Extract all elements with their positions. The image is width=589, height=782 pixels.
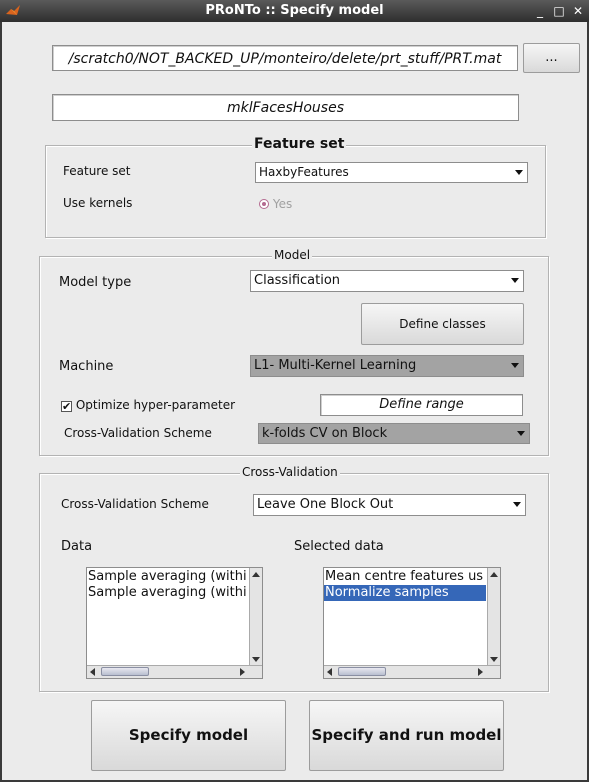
- feature-set-panel: [45, 145, 546, 238]
- file-path-field[interactable]: /scratch0/NOT_BACKED_UP/monteiro/delete/…: [52, 45, 518, 71]
- model-cv-scheme-value: k-folds CV on Block: [262, 426, 388, 441]
- define-classes-button[interactable]: Define classes: [361, 303, 524, 345]
- horizontal-scrollbar[interactable]: [87, 665, 262, 678]
- scroll-up-icon[interactable]: [490, 572, 498, 577]
- model-name-field[interactable]: mklFacesHouses: [52, 94, 519, 121]
- scroll-thumb[interactable]: [101, 667, 149, 676]
- chevron-down-icon: [513, 502, 521, 507]
- chevron-down-icon: [515, 169, 523, 175]
- optimize-label: Optimize hyper-parameter: [75, 398, 236, 412]
- cv-scheme-label: Cross-Validation Scheme: [61, 497, 209, 511]
- vertical-scrollbar[interactable]: [249, 568, 262, 665]
- horizontal-scrollbar[interactable]: [324, 665, 500, 678]
- scroll-left-icon[interactable]: [327, 668, 332, 676]
- model-type-value: Classification: [254, 273, 341, 288]
- scroll-left-icon[interactable]: [90, 668, 95, 676]
- close-icon[interactable]: ✕: [569, 2, 587, 20]
- title-bar: PRoNTo :: Specify model _ □ ✕: [0, 0, 589, 22]
- model-cv-scheme-label: Cross-Validation Scheme: [64, 426, 212, 440]
- checkmark-icon: ✔: [61, 400, 72, 413]
- machine-dropdown[interactable]: L1- Multi-Kernel Learning: [250, 355, 524, 377]
- list-item[interactable]: Mean centre features us: [324, 569, 500, 585]
- selected-data-label: Selected data: [294, 539, 384, 554]
- model-type-label: Model type: [59, 275, 132, 290]
- list-item-selected[interactable]: Normalize samples: [324, 585, 486, 601]
- use-kernels-option-label: Yes: [272, 197, 293, 211]
- radio-icon: [259, 199, 269, 209]
- machine-label: Machine: [59, 359, 114, 374]
- machine-value: L1- Multi-Kernel Learning: [254, 358, 417, 373]
- scroll-down-icon[interactable]: [490, 657, 498, 662]
- cv-scheme-value: Leave One Block Out: [257, 497, 394, 512]
- window-title: PRoNTo :: Specify model: [205, 3, 384, 18]
- model-type-dropdown[interactable]: Classification: [250, 270, 524, 292]
- use-kernels-label: Use kernels: [63, 196, 133, 210]
- optimize-checkbox[interactable]: ✔ Optimize hyper-parameter: [61, 398, 235, 412]
- cv-scheme-dropdown[interactable]: Leave One Block Out: [253, 494, 526, 516]
- list-item[interactable]: Sample averaging (withi: [87, 569, 262, 585]
- scroll-up-icon[interactable]: [252, 572, 260, 577]
- chevron-down-icon: [511, 278, 519, 283]
- feature-set-value: HaxbyFeatures: [259, 165, 349, 179]
- minimize-icon[interactable]: _: [531, 2, 549, 20]
- chevron-down-icon: [517, 430, 525, 436]
- feature-set-dropdown[interactable]: HaxbyFeatures: [255, 162, 528, 183]
- maximize-icon[interactable]: □: [550, 2, 568, 20]
- data-listbox[interactable]: Sample averaging (withi Sample averaging…: [86, 567, 263, 679]
- specify-and-run-model-button[interactable]: Specify and run model: [309, 700, 504, 771]
- data-label: Data: [61, 539, 93, 554]
- specify-model-button[interactable]: Specify model: [91, 700, 286, 771]
- cross-validation-panel-title: Cross-Validation: [240, 465, 340, 479]
- model-panel-title: Model: [272, 248, 313, 262]
- chevron-down-icon: [511, 363, 519, 368]
- use-kernels-radio[interactable]: Yes: [259, 197, 319, 213]
- selected-data-listbox[interactable]: Mean centre features us Normalize sample…: [323, 567, 501, 679]
- feature-set-panel-title: Feature set: [252, 136, 347, 152]
- scroll-thumb[interactable]: [338, 667, 386, 676]
- scroll-down-icon[interactable]: [252, 657, 260, 662]
- define-range-field[interactable]: Define range: [320, 394, 523, 416]
- list-item[interactable]: Sample averaging (withi: [87, 585, 262, 601]
- model-cv-scheme-dropdown[interactable]: k-folds CV on Block: [258, 423, 530, 444]
- feature-set-label: Feature set: [63, 164, 131, 178]
- scroll-right-icon[interactable]: [478, 668, 483, 676]
- browse-button[interactable]: ...: [523, 43, 580, 73]
- vertical-scrollbar[interactable]: [487, 568, 500, 665]
- scroll-right-icon[interactable]: [240, 668, 245, 676]
